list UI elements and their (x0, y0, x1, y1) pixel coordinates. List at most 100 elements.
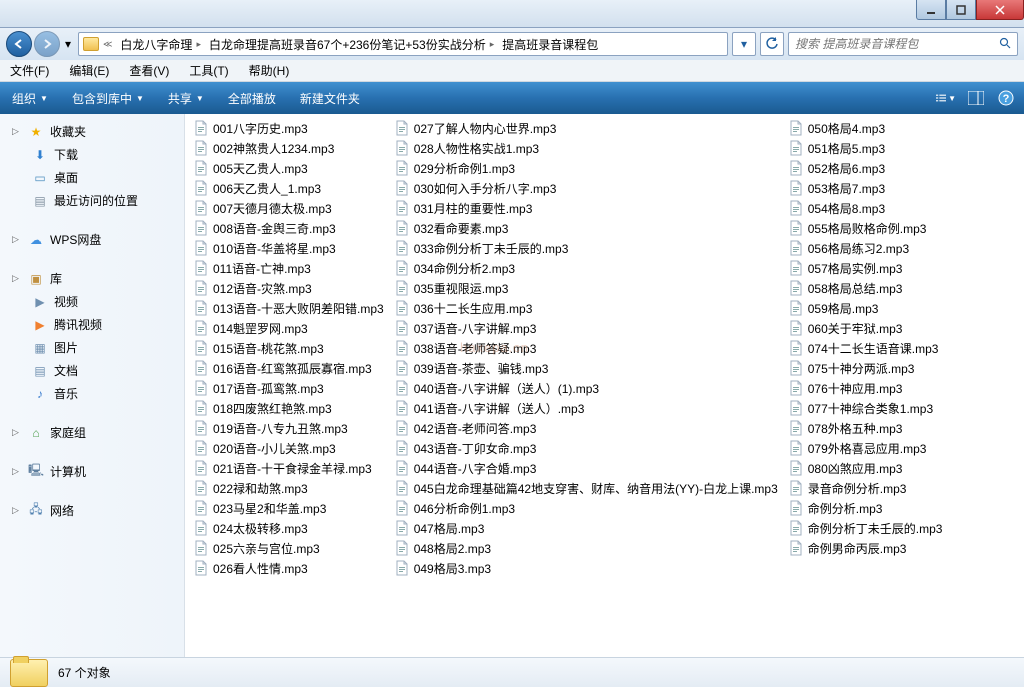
file-item[interactable]: 052格局6.mp3 (786, 158, 951, 178)
file-item[interactable]: 042语音-老师问答.mp3 (392, 418, 786, 438)
file-item[interactable]: 035重视限运.mp3 (392, 278, 786, 298)
file-item[interactable]: 078外格五种.mp3 (786, 418, 951, 438)
file-item[interactable]: 059格局.mp3 (786, 298, 951, 318)
file-item[interactable]: 017语音-孤鸾煞.mp3 (191, 378, 392, 398)
file-item[interactable]: 038语音-老师答疑.mp3 (392, 338, 786, 358)
file-item[interactable]: 006天乙贵人_1.mp3 (191, 178, 392, 198)
file-item[interactable]: 012语音-灾煞.mp3 (191, 278, 392, 298)
sidebar-recent[interactable]: ▤最近访问的位置 (0, 189, 184, 212)
breadcrumb-bar[interactable]: ≪ 白龙八字命理▸ 白龙命理提高班录音67个+236份笔记+53份实战分析▸ 提… (78, 32, 728, 56)
file-item[interactable]: 080凶煞应用.mp3 (786, 458, 951, 478)
organize-button[interactable]: 组织▼ (8, 88, 52, 109)
playall-button[interactable]: 全部播放 (224, 88, 280, 109)
file-item[interactable]: 010语音-华盖将星.mp3 (191, 238, 392, 258)
file-item[interactable]: 008语音-金舆三奇.mp3 (191, 218, 392, 238)
path-dropdown-button[interactable]: ▾ (732, 32, 756, 56)
share-button[interactable]: 共享▼ (164, 88, 208, 109)
file-item[interactable]: 015语音-桃花煞.mp3 (191, 338, 392, 358)
close-button[interactable] (976, 0, 1024, 20)
file-item[interactable]: 074十二长生语音课.mp3 (786, 338, 951, 358)
sidebar-documents[interactable]: ▤文档 (0, 359, 184, 382)
file-item[interactable]: 022禄和劫煞.mp3 (191, 478, 392, 498)
sidebar-music[interactable]: ♪音乐 (0, 382, 184, 405)
file-item[interactable]: 079外格喜忌应用.mp3 (786, 438, 951, 458)
file-item[interactable]: 命例分析.mp3 (786, 498, 951, 518)
file-item[interactable]: 002神煞贵人1234.mp3 (191, 138, 392, 158)
sidebar-videos[interactable]: ▶视频 (0, 290, 184, 313)
sidebar-network[interactable]: ▷🖧网络 (0, 499, 184, 522)
breadcrumb-seg-2[interactable]: 白龙命理提高班录音67个+236份笔记+53份实战分析▸ (205, 33, 498, 55)
sidebar-homegroup[interactable]: ▷⌂家庭组 (0, 421, 184, 444)
file-item[interactable]: 037语音-八字讲解.mp3 (392, 318, 786, 338)
file-item[interactable]: 030如何入手分析八字.mp3 (392, 178, 786, 198)
file-item[interactable]: 075十神分两派.mp3 (786, 358, 951, 378)
history-dropdown[interactable]: ▾ (62, 34, 74, 54)
file-item[interactable]: 014魁罡罗网.mp3 (191, 318, 392, 338)
refresh-button[interactable] (760, 32, 784, 56)
sidebar-tencent-video[interactable]: ▶腾讯视频 (0, 313, 184, 336)
sidebar-favorites[interactable]: ▷★收藏夹 (0, 120, 184, 143)
file-item[interactable]: 032看命要素.mp3 (392, 218, 786, 238)
help-button[interactable]: ? (996, 88, 1016, 108)
preview-pane-button[interactable] (966, 88, 986, 108)
file-item[interactable]: 020语音-小儿关煞.mp3 (191, 438, 392, 458)
file-item[interactable]: 039语音-茶壶、骗钱.mp3 (392, 358, 786, 378)
include-library-button[interactable]: 包含到库中▼ (68, 88, 148, 109)
forward-button[interactable] (34, 31, 60, 57)
file-item[interactable]: 013语音-十恶大败阴差阳错.mp3 (191, 298, 392, 318)
file-item[interactable]: 005天乙贵人.mp3 (191, 158, 392, 178)
file-item[interactable]: 016语音-红鸾煞孤辰寡宿.mp3 (191, 358, 392, 378)
sidebar-wps[interactable]: ▷☁WPS网盘 (0, 228, 184, 251)
file-item[interactable]: 057格局实例.mp3 (786, 258, 951, 278)
back-button[interactable] (6, 31, 32, 57)
search-box[interactable] (788, 32, 1018, 56)
sidebar-downloads[interactable]: ⬇下载 (0, 143, 184, 166)
menu-tools[interactable]: 工具(T) (185, 60, 232, 81)
file-item[interactable]: 060关于牢狱.mp3 (786, 318, 951, 338)
file-item[interactable]: 024太极转移.mp3 (191, 518, 392, 538)
file-item[interactable]: 054格局8.mp3 (786, 198, 951, 218)
sidebar-pictures[interactable]: ▦图片 (0, 336, 184, 359)
file-item[interactable]: 029分析命例1.mp3 (392, 158, 786, 178)
file-item[interactable]: 076十神应用.mp3 (786, 378, 951, 398)
sidebar-desktop[interactable]: ▭桌面 (0, 166, 184, 189)
file-item[interactable]: 049格局3.mp3 (392, 558, 786, 578)
file-item[interactable]: 036十二长生应用.mp3 (392, 298, 786, 318)
file-item[interactable]: 045白龙命理基础篇42地支穿害、财库、纳音用法(YY)-白龙上课.mp3 (392, 478, 786, 498)
file-item[interactable]: 019语音-八专九丑煞.mp3 (191, 418, 392, 438)
newfolder-button[interactable]: 新建文件夹 (296, 88, 364, 109)
file-item[interactable]: 053格局7.mp3 (786, 178, 951, 198)
minimize-button[interactable] (916, 0, 946, 20)
file-item[interactable]: 018四废煞红艳煞.mp3 (191, 398, 392, 418)
file-item[interactable]: 050格局4.mp3 (786, 118, 951, 138)
file-item[interactable]: 031月柱的重要性.mp3 (392, 198, 786, 218)
file-item[interactable]: 录音命例分析.mp3 (786, 478, 951, 498)
sidebar-libraries[interactable]: ▷▣库 (0, 267, 184, 290)
view-options-button[interactable]: ▼ (936, 88, 956, 108)
file-item[interactable]: 命例分析丁未壬辰的.mp3 (786, 518, 951, 538)
file-list-view[interactable]: 001八字历史.mp3002神煞贵人1234.mp3005天乙贵人.mp3006… (185, 114, 1024, 657)
file-item[interactable]: 027了解人物内心世界.mp3 (392, 118, 786, 138)
sidebar-computer[interactable]: ▷🖳计算机 (0, 460, 184, 483)
file-item[interactable]: 034命例分析2.mp3 (392, 258, 786, 278)
menu-view[interactable]: 查看(V) (125, 60, 173, 81)
file-item[interactable]: 043语音-丁卯女命.mp3 (392, 438, 786, 458)
file-item[interactable]: 025六亲与宫位.mp3 (191, 538, 392, 558)
search-input[interactable] (795, 37, 995, 51)
file-item[interactable]: 046分析命例1.mp3 (392, 498, 786, 518)
file-item[interactable]: 023马星2和华盖.mp3 (191, 498, 392, 518)
file-item[interactable]: 048格局2.mp3 (392, 538, 786, 558)
file-item[interactable]: 026看人性情.mp3 (191, 558, 392, 578)
file-item[interactable]: 055格局败格命例.mp3 (786, 218, 951, 238)
file-item[interactable]: 033命例分析丁未壬辰的.mp3 (392, 238, 786, 258)
file-item[interactable]: 047格局.mp3 (392, 518, 786, 538)
file-item[interactable]: 021语音-十干食禄金羊禄.mp3 (191, 458, 392, 478)
menu-help[interactable]: 帮助(H) (245, 60, 294, 81)
file-item[interactable]: 044语音-八字合婚.mp3 (392, 458, 786, 478)
file-item[interactable]: 040语音-八字讲解（送人）(1).mp3 (392, 378, 786, 398)
menu-file[interactable]: 文件(F) (6, 60, 53, 81)
breadcrumb-root[interactable]: ≪ (79, 33, 116, 55)
menu-edit[interactable]: 编辑(E) (65, 60, 113, 81)
maximize-button[interactable] (946, 0, 976, 20)
breadcrumb-seg-1[interactable]: 白龙八字命理▸ (116, 33, 205, 55)
